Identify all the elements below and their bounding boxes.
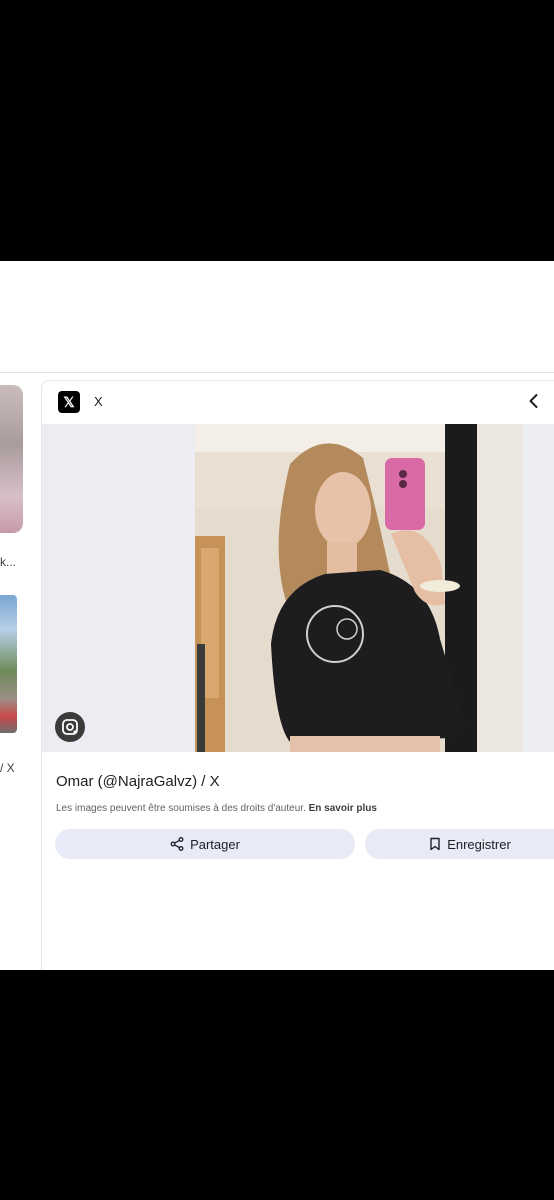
result-thumbnail-1[interactable]: [0, 385, 23, 533]
preview-photo[interactable]: [195, 424, 523, 752]
save-label: Enregistrer: [447, 836, 511, 852]
image-title[interactable]: Omar (@NajraGalvz) / X: [56, 773, 220, 790]
result-caption-1[interactable]: k...: [0, 555, 16, 569]
lens-icon: [62, 719, 78, 735]
chevron-left-icon[interactable]: [522, 389, 546, 413]
result-caption-2[interactable]: / X: [0, 761, 15, 775]
source-name[interactable]: X: [94, 394, 103, 409]
x-logo-icon[interactable]: 𝕏: [58, 391, 80, 413]
share-icon: [170, 837, 184, 851]
image-preview-area: [42, 424, 554, 752]
copyright-notice: Les images peuvent être soumises à des d…: [56, 803, 377, 814]
search-results-screen: k... / X 𝕏 X Omar (@NajraGalvz) / X Les …: [0, 261, 554, 970]
share-label: Partager: [190, 836, 240, 852]
image-detail-panel: 𝕏 X Omar (@NajraGalvz) / X Les images pe…: [41, 380, 554, 970]
learn-more-link[interactable]: En savoir plus: [309, 803, 377, 814]
header-divider: [0, 372, 554, 373]
share-button[interactable]: Partager: [55, 829, 355, 859]
google-lens-button[interactable]: [55, 712, 85, 742]
copyright-text: Les images peuvent être soumises à des d…: [56, 803, 306, 814]
result-thumbnail-2[interactable]: [0, 595, 17, 733]
bookmark-icon: [429, 837, 441, 851]
save-button[interactable]: Enregistrer: [365, 829, 554, 859]
